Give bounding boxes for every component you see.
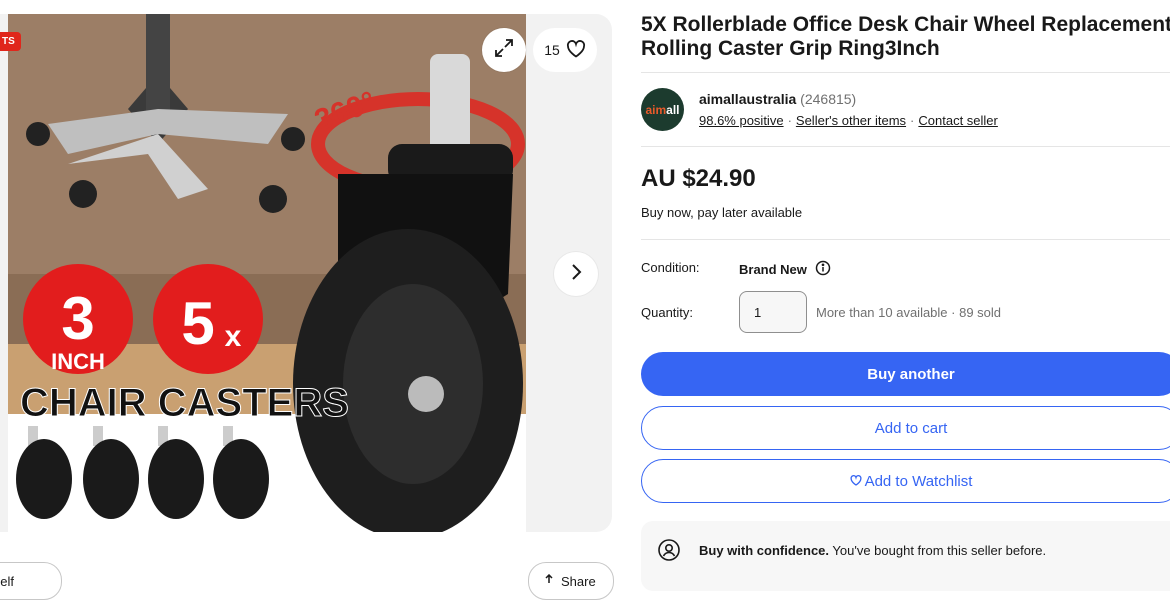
divider bbox=[641, 239, 1170, 240]
buy-another-button[interactable]: Buy another bbox=[641, 352, 1170, 396]
bottom-left-pill[interactable]: ourself bbox=[0, 562, 62, 600]
add-to-watchlist-button[interactable]: Add to Watchlist bbox=[641, 459, 1170, 503]
quantity-input[interactable] bbox=[739, 291, 807, 333]
pack-number: 5 bbox=[181, 290, 214, 357]
condition-label: Condition: bbox=[641, 260, 700, 275]
user-check-icon bbox=[657, 538, 681, 567]
share-icon bbox=[543, 573, 555, 589]
bottom-left-pill-label: ourself bbox=[0, 573, 15, 589]
add-to-cart-button[interactable]: Add to cart bbox=[641, 406, 1170, 450]
availability-text: More than 10 available · 89 sold bbox=[816, 305, 1002, 320]
divider bbox=[641, 72, 1170, 73]
divider bbox=[641, 146, 1170, 147]
watchlist-label: Add to Watchlist bbox=[864, 472, 973, 490]
expand-button[interactable] bbox=[482, 28, 526, 72]
seller-links: 98.6% positive · Seller's other items · Cont… bbox=[699, 113, 998, 128]
image-count: 15 bbox=[544, 42, 560, 58]
heart-icon bbox=[850, 473, 862, 490]
product-image[interactable]: 360° 3 INCH 5 x CHAIR CASTERS bbox=[8, 14, 526, 532]
promo-badge: TS bbox=[0, 32, 21, 51]
next-image-button[interactable] bbox=[554, 252, 598, 296]
size-number: 3 bbox=[61, 285, 94, 352]
confidence-text: Buy with confidence. You've bought from … bbox=[699, 543, 1047, 558]
seller-positive-link[interactable]: 98.6% positive bbox=[699, 113, 784, 128]
listing-title: 5X Rollerblade Office Desk Chair Wheel R… bbox=[641, 13, 1170, 60]
confidence-panel: Buy with confidence. You've bought from … bbox=[641, 521, 1170, 591]
quantity-label: Quantity: bbox=[641, 305, 694, 320]
seller-feedback-count: (246815) bbox=[800, 91, 857, 107]
image-gallery: 360° 3 INCH 5 x CHAIR CASTERS TS 15 bbox=[0, 14, 612, 532]
info-icon[interactable] bbox=[815, 260, 831, 279]
size-unit: INCH bbox=[51, 349, 105, 374]
seller-other-items-link[interactable]: Seller's other items bbox=[796, 113, 906, 128]
share-button[interactable]: Share bbox=[528, 562, 614, 600]
price: AU $24.90 bbox=[641, 165, 756, 192]
watch-count-button[interactable]: 15 bbox=[533, 28, 597, 72]
pay-later-note: Buy now, pay later available bbox=[641, 205, 803, 220]
expand-icon bbox=[493, 37, 515, 64]
chevron-right-icon bbox=[569, 263, 583, 286]
pack-unit: x bbox=[225, 320, 242, 353]
seller-name[interactable]: aimallaustralia (246815) bbox=[699, 91, 856, 107]
seller-logo[interactable]: aim all bbox=[641, 88, 684, 131]
heart-icon bbox=[566, 39, 586, 61]
share-label: Share bbox=[561, 573, 596, 589]
condition-value: Brand New bbox=[739, 260, 831, 279]
contact-seller-link[interactable]: Contact seller bbox=[918, 113, 997, 128]
image-caption: CHAIR CASTERS bbox=[20, 381, 349, 425]
